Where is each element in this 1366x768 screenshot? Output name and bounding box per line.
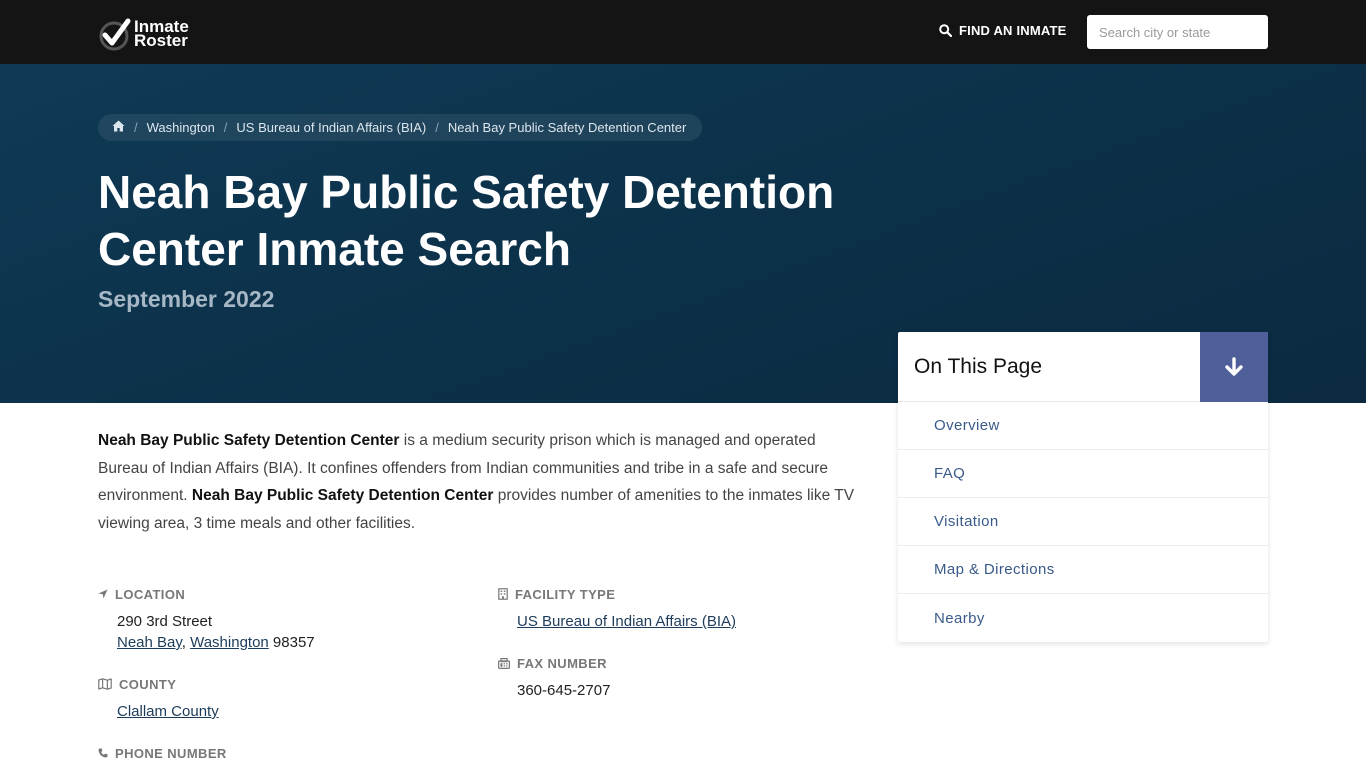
- search-icon: [939, 24, 952, 37]
- fax-field: FAX NUMBER 360-645-2707: [498, 655, 610, 701]
- location-label-text: LOCATION: [115, 586, 186, 602]
- breadcrumb-separator: /: [134, 120, 138, 135]
- top-nav-bar: Inmate Roster FIND AN INMATE: [0, 0, 1366, 64]
- county-link[interactable]: Clallam County: [117, 703, 219, 720]
- on-this-page-panel: On This Page Overview FAQ Visitation Map…: [898, 331, 1268, 642]
- logo-wordmark: Inmate Roster: [134, 18, 189, 50]
- county-label-text: COUNTY: [119, 676, 177, 692]
- breadcrumb-washington[interactable]: Washington: [147, 120, 215, 135]
- fax-icon: [498, 657, 510, 669]
- facility-intro-paragraph: Neah Bay Public Safety Detention Center …: [98, 427, 868, 537]
- facility-name-bold: Neah Bay Public Safety Detention Center: [98, 432, 400, 449]
- facility-type-label: FACILITY TYPE: [498, 586, 736, 602]
- breadcrumb-home[interactable]: [112, 120, 125, 135]
- arrow-down-icon: [1225, 356, 1243, 376]
- building-icon: [498, 588, 508, 600]
- facility-type-link[interactable]: US Bureau of Indian Affairs (BIA): [517, 613, 736, 630]
- phone-label-text: PHONE NUMBER: [115, 745, 227, 761]
- map-icon: [98, 678, 112, 690]
- facility-type-value: US Bureau of Indian Affairs (BIA): [517, 611, 736, 632]
- facility-type-label-text: FACILITY TYPE: [515, 586, 616, 602]
- phone-icon: [98, 748, 108, 758]
- toc-item-visitation[interactable]: Visitation: [898, 498, 1268, 546]
- toc-item-faq[interactable]: FAQ: [898, 450, 1268, 498]
- county-value: Clallam County: [117, 701, 219, 722]
- toc-toggle-button[interactable]: [1200, 331, 1268, 402]
- fax-value: 360-645-2707: [517, 682, 611, 699]
- city-state-zip: Neah Bay, Washington 98357: [117, 632, 315, 653]
- location-value: 290 3rd Street Neah Bay, Washington 9835…: [117, 611, 315, 653]
- fax-label-text: FAX NUMBER: [517, 655, 607, 671]
- breadcrumb-separator: /: [223, 120, 228, 135]
- zip-code: 98357: [268, 634, 315, 651]
- checkmark-logo-icon: [98, 17, 132, 51]
- on-this-page-header: On This Page: [898, 331, 1268, 402]
- find-an-inmate-link[interactable]: FIND AN INMATE: [939, 23, 1067, 38]
- home-icon: [112, 120, 125, 132]
- location-label: LOCATION: [98, 586, 315, 602]
- breadcrumb: / Washington / US Bureau of Indian Affai…: [98, 114, 703, 141]
- find-an-inmate-label: FIND AN INMATE: [959, 23, 1067, 38]
- page-title: Neah Bay Public Safety Detention Center …: [98, 166, 835, 275]
- location-arrow-icon: [98, 589, 108, 599]
- toc-item-overview[interactable]: Overview: [898, 402, 1268, 450]
- phone-label: PHONE NUMBER: [98, 745, 227, 761]
- state-link[interactable]: Washington: [190, 634, 269, 651]
- comma: ,: [181, 634, 191, 651]
- street-address: 290 3rd Street: [117, 613, 213, 630]
- breadcrumb-current-facility[interactable]: Neah Bay Public Safety Detention Center: [448, 120, 686, 135]
- county-field: COUNTY Clallam County: [98, 676, 219, 722]
- facility-type-field: FACILITY TYPE US Bureau of Indian Affair…: [498, 586, 736, 632]
- toc-item-nearby[interactable]: Nearby: [898, 594, 1268, 642]
- search-city-state-input[interactable]: [1087, 15, 1268, 49]
- location-field: LOCATION 290 3rd Street Neah Bay, Washin…: [98, 586, 315, 653]
- logo-line-2: Roster: [134, 31, 188, 50]
- fax-label: FAX NUMBER: [498, 655, 610, 671]
- page-date: September 2022: [98, 286, 275, 312]
- breadcrumb-bia[interactable]: US Bureau of Indian Affairs (BIA): [236, 120, 426, 135]
- facility-name-bold: Neah Bay Public Safety Detention Center: [191, 487, 494, 504]
- breadcrumb-separator: /: [435, 120, 439, 135]
- on-this-page-title: On This Page: [914, 354, 1043, 378]
- toc-item-map-directions[interactable]: Map & Directions: [898, 546, 1268, 594]
- county-label: COUNTY: [98, 676, 219, 692]
- phone-field: PHONE NUMBER: [98, 745, 227, 761]
- site-logo[interactable]: Inmate Roster: [98, 16, 208, 52]
- city-link[interactable]: Neah Bay: [117, 634, 182, 651]
